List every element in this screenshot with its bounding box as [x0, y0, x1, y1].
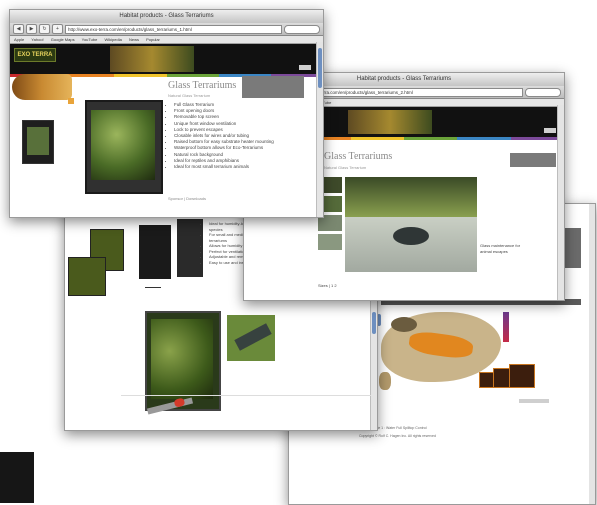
feature-item: Ideal for most small terrarium animals	[174, 164, 310, 170]
scrollbar[interactable]	[557, 105, 564, 300]
scroll-thumb[interactable]	[372, 312, 376, 334]
page-subtitle: Natural Glass Terrarium	[324, 165, 367, 170]
site-header-band: EXO TERRA	[10, 44, 323, 74]
site-logo[interactable]: EXO TERRA	[14, 48, 56, 62]
bookmark-item[interactable]: Popular	[146, 37, 160, 42]
address-bar[interactable]: http://www.exo-terra.com/en/products/gla…	[65, 24, 282, 34]
footer-links[interactable]: Sponsor | Downloads	[168, 196, 206, 202]
page-title: Glass Terrariums	[324, 151, 393, 162]
bookmark-item[interactable]: Google Maps	[51, 37, 75, 42]
bookmark-item[interactable]: News	[129, 37, 139, 42]
product-label	[519, 399, 549, 403]
terrarium-plants	[151, 319, 213, 399]
forward-button[interactable]: ▶	[26, 24, 37, 34]
dish-water-area	[407, 329, 475, 361]
browser-window-front: Habitat products - Glass Terrariums ◀ ▶ …	[9, 9, 324, 218]
header-banner-image	[348, 110, 432, 134]
small-dish-image	[379, 372, 391, 390]
terrarium-boxes-image	[68, 229, 124, 296]
accessory-image	[227, 315, 275, 361]
vent-part	[393, 227, 429, 245]
search-field[interactable]	[525, 87, 561, 97]
divider-line	[121, 395, 371, 396]
bookmarks-bar: Apple Yahoo! Google Maps YouTube Wikiped…	[10, 36, 323, 44]
box-art	[27, 127, 49, 155]
bookmark-item[interactable]: Apple	[14, 37, 24, 42]
hagen-logo	[299, 65, 311, 70]
title-bar: Habitat products - Glass Terrariums	[10, 10, 323, 23]
product-box	[68, 257, 106, 296]
copyright-text: Copyright © Rolf C. Hagen Inc. All right…	[359, 434, 436, 438]
hagen-logo	[544, 128, 556, 133]
terrarium-image	[85, 100, 163, 194]
lizard-image	[12, 74, 72, 100]
scrollbar[interactable]	[588, 204, 595, 504]
window-title: Habitat products - Glass Terrariums	[119, 13, 214, 19]
color-sample	[503, 312, 509, 342]
orange-icon	[68, 98, 74, 104]
toolbar: ◀ ▶ ↻ + http://www.exo-terra.com/en/prod…	[10, 23, 323, 36]
main-product-image	[345, 177, 477, 272]
caption-text: Glass maintenance for animal escapes	[480, 243, 521, 255]
back-button[interactable]: ◀	[13, 24, 24, 34]
accessory-shape	[234, 323, 272, 351]
gray-nav-panel	[510, 153, 556, 167]
terrarium-top	[345, 177, 477, 217]
gray-nav-panel	[242, 76, 304, 98]
scroll-thumb[interactable]	[318, 48, 322, 88]
bookmark-item[interactable]: Wikipedia	[104, 37, 121, 42]
terrarium-plants	[91, 110, 155, 180]
scrollbar[interactable]	[316, 42, 323, 217]
bookmark-item[interactable]: YouTube	[82, 37, 98, 42]
mesh-panel-image	[139, 225, 171, 279]
thumbnail[interactable]	[318, 234, 342, 250]
bookmark-item[interactable]: Yahoo!	[31, 37, 43, 42]
reload-button[interactable]: ↻	[39, 24, 50, 34]
page-subtitle: Natural Glass Terrarium	[168, 93, 211, 98]
product-box	[509, 364, 535, 388]
cable-icon	[145, 279, 161, 288]
search-field[interactable]	[284, 24, 320, 34]
add-bookmark-button[interactable]: +	[52, 24, 63, 34]
terrarium-image	[145, 311, 221, 411]
dark-block	[0, 452, 34, 503]
feature-list: Full Glass Terrarium Front opening doors…	[168, 102, 310, 170]
product-boxes	[479, 364, 537, 388]
header-banner-image	[110, 46, 194, 72]
dish-rock	[391, 317, 417, 332]
page-title: Glass Terrariums	[168, 80, 237, 91]
product-box-image	[22, 120, 54, 164]
footer-links[interactable]: Sizes | 1 2	[318, 283, 337, 289]
